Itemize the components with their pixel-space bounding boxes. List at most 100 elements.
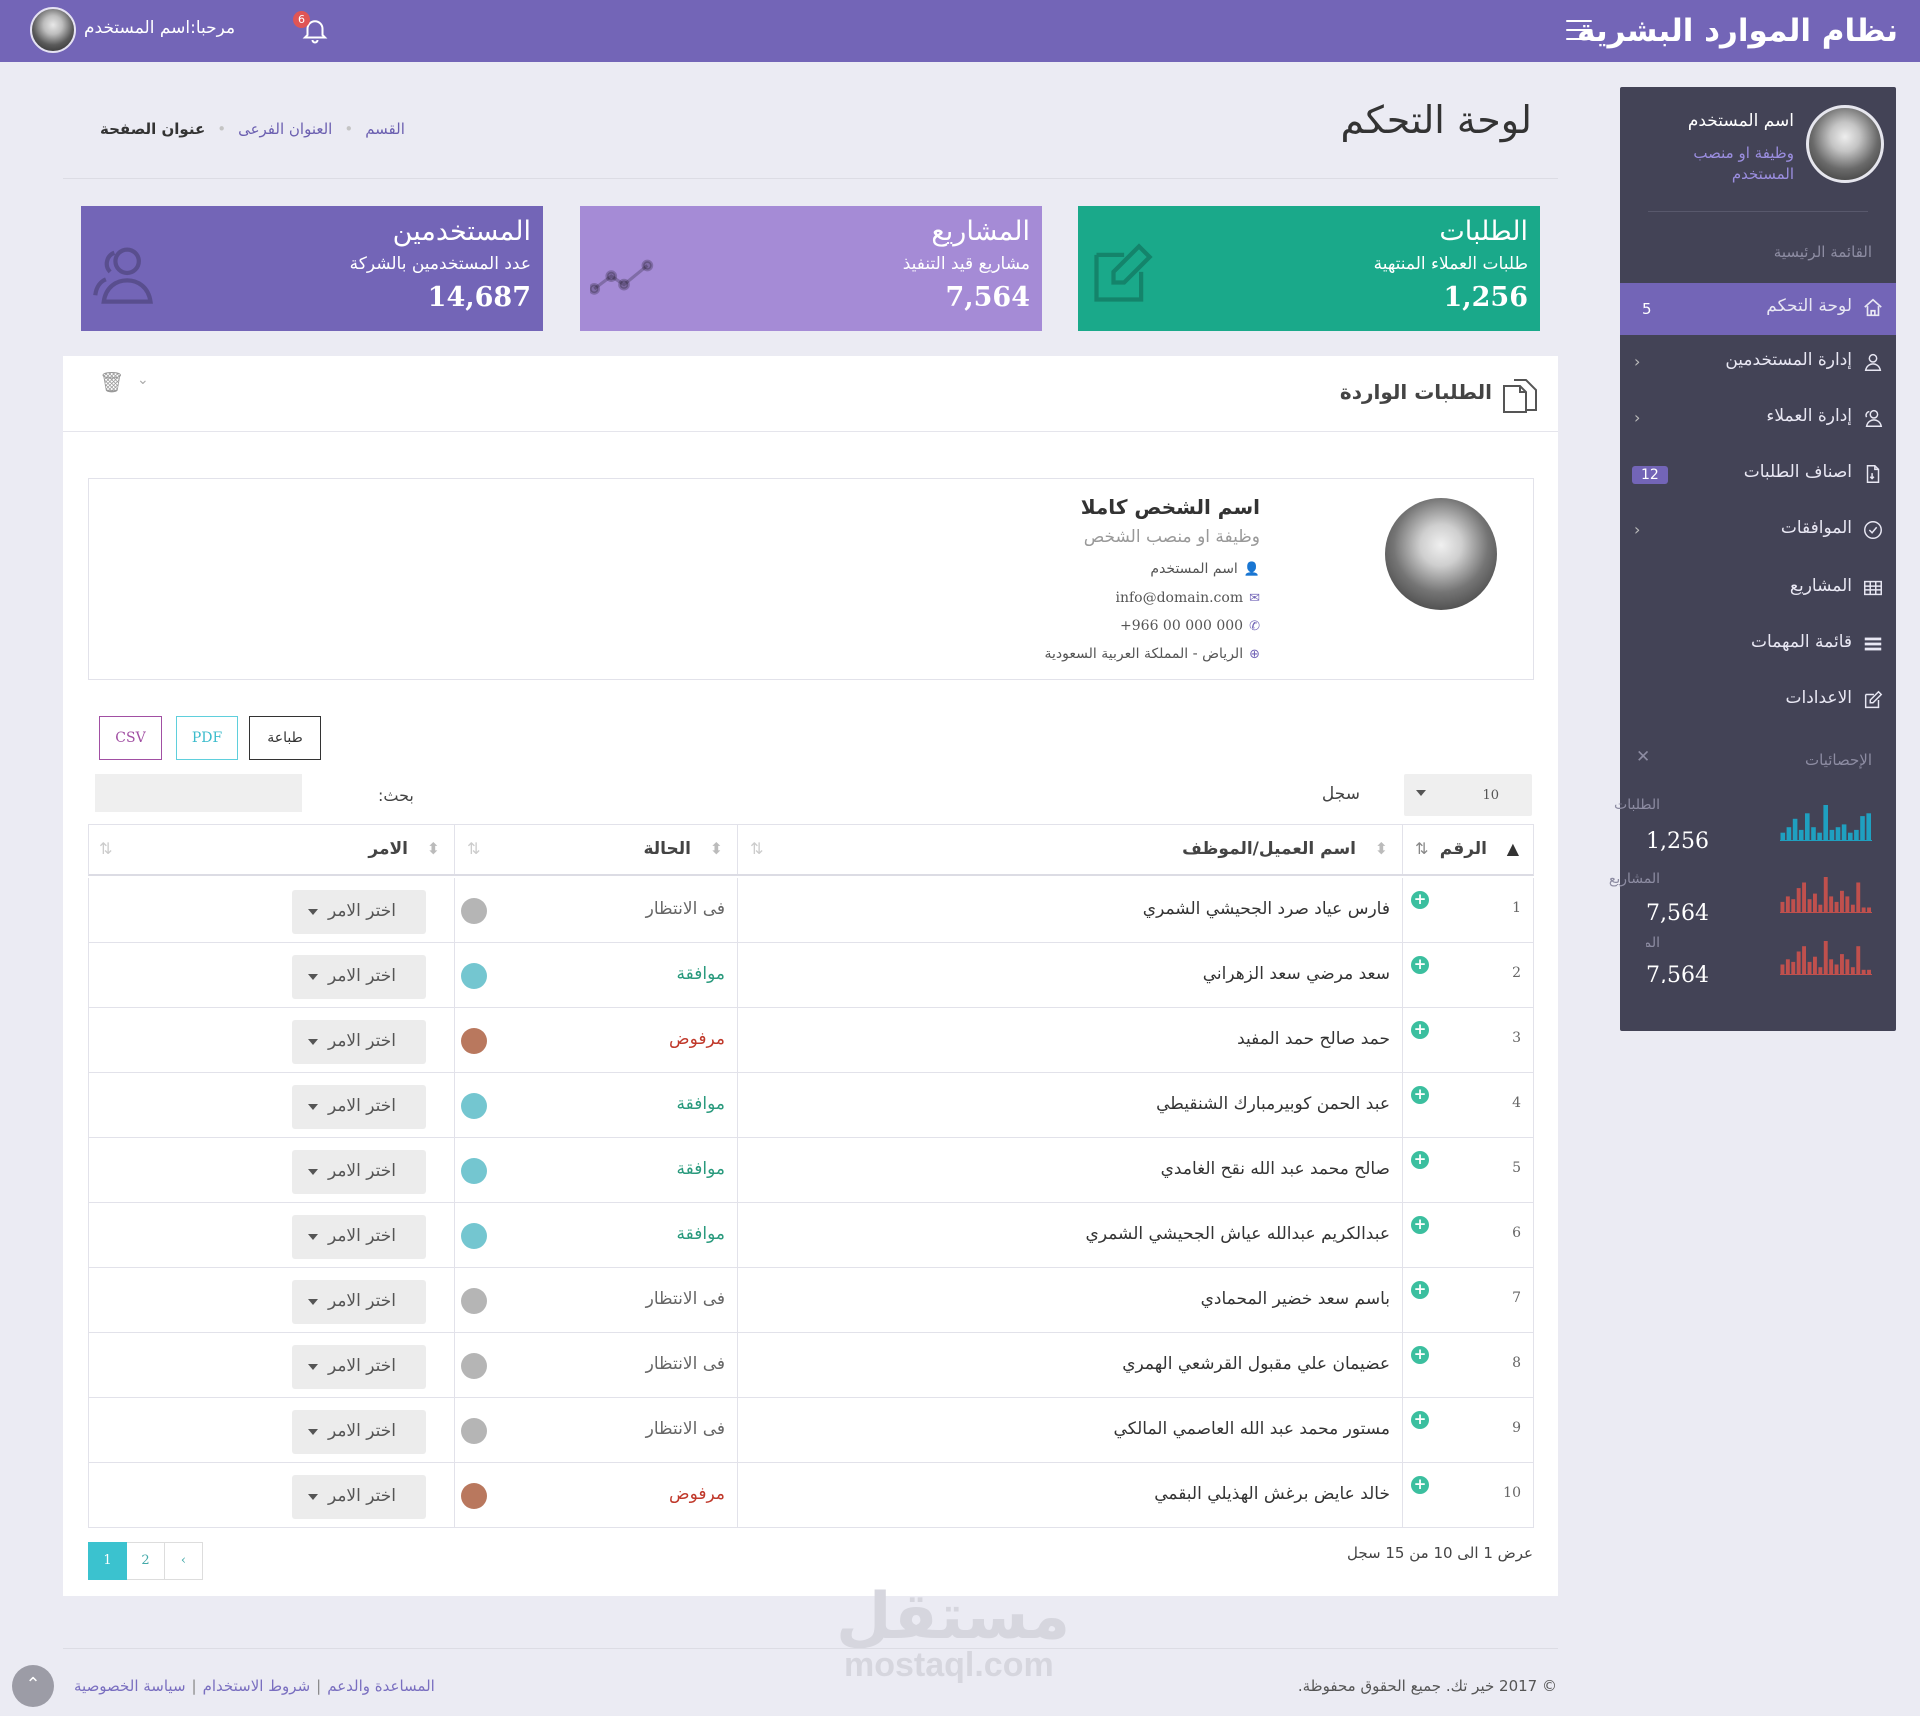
- menu-toggle-icon[interactable]: [1566, 20, 1592, 40]
- sidebar-item-projects[interactable]: المشاريع: [1620, 563, 1896, 615]
- chevron-down-icon[interactable]: ⌄: [137, 372, 149, 388]
- cell-number: 9 +: [1402, 1398, 1533, 1462]
- page-button[interactable]: 1: [88, 1542, 127, 1580]
- cell-number: 7 +: [1402, 1268, 1533, 1332]
- sidebar-item-request-types[interactable]: اصناف الطلبات 12: [1620, 449, 1896, 501]
- expand-row-icon[interactable]: +: [1411, 1021, 1429, 1039]
- stat-card-projects[interactable]: المشاريع مشاريع قيد التنفيذ 7,564: [580, 206, 1042, 331]
- sparkline-bar: [1829, 829, 1835, 841]
- cell-name: سعد مرضي سعد الزهراني: [737, 943, 1402, 1007]
- breadcrumb-section[interactable]: القسم: [365, 120, 405, 138]
- profile-username-line: 👤 اسم المستخدم: [1150, 561, 1260, 577]
- expand-row-icon[interactable]: +: [1411, 956, 1429, 974]
- search-input[interactable]: [95, 774, 302, 812]
- select-command-dropdown[interactable]: اختر الامر: [292, 1215, 426, 1259]
- select-command-dropdown[interactable]: اختر الامر: [292, 1280, 426, 1324]
- pdf-button[interactable]: PDF: [176, 716, 238, 760]
- row-number: 10: [1503, 1485, 1521, 1501]
- avatar[interactable]: [30, 7, 76, 53]
- sparkline-bar: [1813, 956, 1817, 975]
- cell-number: 10 +: [1402, 1463, 1533, 1527]
- sparkline-bar: [1860, 816, 1865, 841]
- list-icon: [1864, 637, 1882, 651]
- column-header-status[interactable]: الحالة ⬍ ⇅: [454, 825, 737, 874]
- stat-card-users[interactable]: المستخدمين عدد المستخدمين بالشركة 14,687: [81, 206, 543, 331]
- sparkline-bar: [1786, 827, 1792, 841]
- app-brand[interactable]: نظام الموارد البشرية: [1577, 8, 1898, 54]
- select-command-dropdown[interactable]: اختر الامر: [292, 1475, 426, 1519]
- select-command-dropdown[interactable]: اختر الامر: [292, 1410, 426, 1454]
- expand-row-icon[interactable]: +: [1411, 891, 1429, 909]
- trash-icon[interactable]: 🗑: [99, 370, 124, 394]
- watermark-url: mostaql.com: [844, 1646, 1054, 1684]
- card-value: 7,564: [945, 282, 1030, 313]
- chevron-left-icon: ‹: [1634, 352, 1641, 371]
- expand-row-icon[interactable]: +: [1411, 1086, 1429, 1104]
- select-command-dropdown[interactable]: اختر الامر: [292, 1020, 426, 1064]
- table-row: 2 + سعد مرضي سعد الزهراني موافقة اختر الامر: [88, 943, 1534, 1008]
- cell-command: اختر الامر: [87, 1398, 454, 1462]
- scroll-top-button[interactable]: ⌃: [12, 1665, 54, 1707]
- cell-number: 1 +: [1402, 878, 1533, 942]
- status-dot: [461, 898, 487, 924]
- select-command-dropdown[interactable]: اختر الامر: [292, 1345, 426, 1389]
- select-command-dropdown[interactable]: اختر الامر: [292, 1150, 426, 1194]
- page-button[interactable]: 2: [126, 1542, 165, 1580]
- sparkline-bar: [1796, 951, 1801, 975]
- stat-card-requests[interactable]: الطلبات طلبات العملاء المنتهية 1,256: [1078, 206, 1540, 331]
- expand-row-icon[interactable]: +: [1411, 1411, 1429, 1429]
- expand-row-icon[interactable]: +: [1411, 1476, 1429, 1494]
- sidebar-avatar[interactable]: [1806, 105, 1884, 183]
- sidebar-user-name: اسم المستخدم: [1687, 111, 1794, 131]
- sidebar-item-users-management[interactable]: إدارة المستخدمين ‹: [1620, 337, 1896, 389]
- expand-row-icon[interactable]: +: [1411, 1346, 1429, 1364]
- expand-row-icon[interactable]: +: [1411, 1281, 1429, 1299]
- csv-button[interactable]: CSV: [99, 716, 162, 760]
- sidebar-item-clients-management[interactable]: إدارة العملاء ‹: [1620, 393, 1896, 445]
- sidebar-user-job: وظيفة او منصب المستخدم: [1693, 144, 1794, 183]
- select-command-dropdown[interactable]: اختر الامر: [292, 955, 426, 999]
- expand-row-icon[interactable]: +: [1411, 1216, 1429, 1234]
- sidebar-item-tasks[interactable]: قائمة المهمات: [1620, 619, 1896, 671]
- sidebar-item-dashboard[interactable]: لوحة التحكم 5: [1620, 283, 1896, 335]
- dropdown-label: اختر الامر: [327, 901, 396, 921]
- main-menu-heading: القائمة الرئيسية: [1773, 243, 1872, 261]
- sidebar-item-label: قائمة المهمات: [1751, 632, 1852, 652]
- cell-number: 4 +: [1402, 1073, 1533, 1137]
- status-dot: [461, 1353, 487, 1379]
- cell-status: موافقة: [454, 943, 737, 1007]
- cell-status: موافقة: [454, 1138, 737, 1202]
- row-status: موافقة: [676, 964, 725, 984]
- sidebar-item-settings[interactable]: الاعدادات: [1620, 675, 1896, 727]
- column-header-number[interactable]: الرقم ▲ ⇅: [1402, 825, 1533, 874]
- watermark-logo: مستقل: [836, 1580, 1071, 1654]
- sparkline-bar: [1807, 899, 1812, 913]
- footer-link-support[interactable]: المساعدة والدعم: [327, 1677, 435, 1695]
- caret-down-icon: [1416, 790, 1426, 796]
- dropdown-label: اختر الامر: [327, 1096, 396, 1116]
- cell-status: مرفوض: [454, 1008, 737, 1072]
- sort-icon: ⬍: [426, 839, 440, 858]
- footer-link-privacy[interactable]: سياسة الخصوصية: [74, 1677, 186, 1695]
- next-page-button[interactable]: ›: [164, 1542, 203, 1580]
- sparkline-bar: [1807, 961, 1812, 975]
- breadcrumb-subtitle[interactable]: العنوان الفرعى: [238, 120, 332, 138]
- sidebar-item-approvals[interactable]: الموافقات ‹: [1620, 505, 1896, 557]
- column-header-name[interactable]: اسم العميل/الموظف ⬍ ⇅: [737, 825, 1402, 874]
- print-button[interactable]: طباعة: [249, 716, 321, 760]
- close-icon[interactable]: ✕: [1636, 747, 1650, 767]
- page-length-select[interactable]: 10: [1404, 774, 1532, 816]
- column-header-command[interactable]: الامر ⬍ ⇅: [87, 825, 454, 874]
- expand-row-icon[interactable]: +: [1411, 1151, 1429, 1169]
- caret-down-icon: [308, 1429, 318, 1435]
- panel-header: الطلبات الواردة 🗑 ⌄: [63, 356, 1558, 432]
- footer-link-terms[interactable]: شروط الاستخدام: [203, 1677, 311, 1695]
- select-command-dropdown[interactable]: اختر الامر: [292, 890, 426, 934]
- sparkline-bar: [1818, 967, 1823, 975]
- select-command-dropdown[interactable]: اختر الامر: [292, 1085, 426, 1129]
- profile-email[interactable]: info@domain.com: [1115, 590, 1243, 606]
- sparkline-bar: [1834, 901, 1839, 913]
- pagination: 1 2 ›: [88, 1542, 203, 1580]
- welcome-text[interactable]: مرحبا:اسم المستخدم: [84, 18, 235, 38]
- row-name: خالد عايض برغش الهذيلي البقمي: [1154, 1484, 1390, 1504]
